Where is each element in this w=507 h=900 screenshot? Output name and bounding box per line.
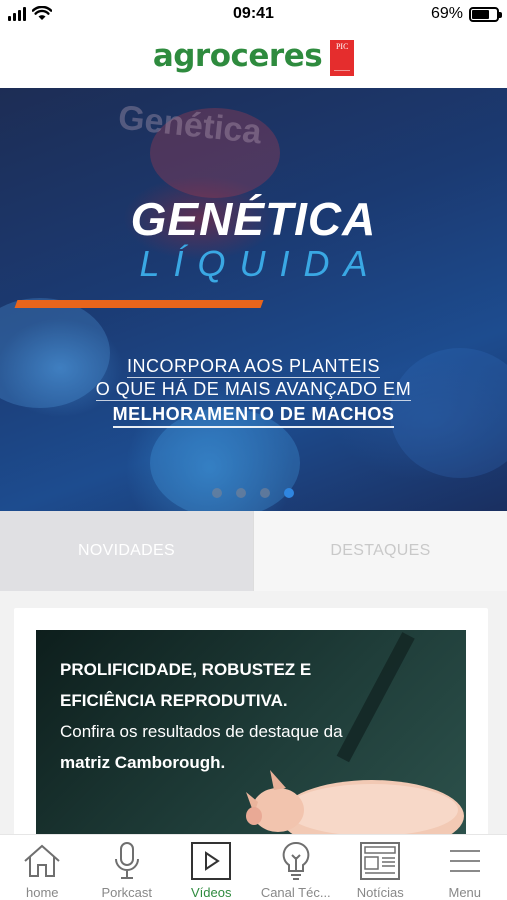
menu-icon [443, 839, 487, 883]
banner-title: GENÉTICA [130, 193, 377, 245]
tab-destaques[interactable]: DESTAQUES [253, 511, 507, 591]
content-tabs: NOVIDADES DESTAQUES [0, 511, 507, 591]
news-card[interactable]: PROLIFICIDADE, ROBUSTEZ E EFICIÊNCIA REP… [14, 608, 488, 848]
banner-subtitle: LÍQUIDA [139, 243, 382, 284]
banner-text-line: MELHORAMENTO DE MACHOS [0, 404, 507, 428]
tab-novidades[interactable]: NOVIDADES [0, 511, 253, 591]
status-right: 69% [430, 5, 502, 23]
carousel-dot[interactable] [260, 488, 270, 498]
pic-logo: PIC [330, 40, 355, 76]
news-card-title-line1: PROLIFICIDADE, ROBUSTEZ E [60, 660, 312, 679]
nav-item-canal-tecnico[interactable]: Canal Téc... [254, 835, 339, 900]
news-card-title-line2: EFICIÊNCIA REPRODUTIVA. [60, 691, 288, 710]
nav-item-videos[interactable]: Vídeos [169, 835, 254, 900]
brand-logo: agroceres [152, 38, 323, 74]
nav-item-home[interactable]: home [0, 835, 85, 900]
news-card-text-line3: Confira os resultados de destaque da [60, 722, 343, 741]
nav-label: Vídeos [191, 885, 232, 900]
lightbulb-icon [274, 839, 318, 883]
news-card-image[interactable]: PROLIFICIDADE, ROBUSTEZ E EFICIÊNCIA REP… [36, 630, 466, 848]
carousel-dot[interactable] [284, 488, 294, 498]
pic-logo-text: PIC [335, 42, 349, 51]
nav-item-noticias[interactable]: Notícias [338, 835, 423, 900]
bottom-navigation: home Porkcast Vídeos Canal Téc... Notíci… [0, 834, 507, 900]
home-icon [20, 839, 64, 883]
banner-accent-stripe [14, 300, 264, 308]
nav-item-porkcast[interactable]: Porkcast [85, 835, 170, 900]
nav-label: Notícias [356, 885, 404, 900]
nav-label: home [25, 885, 59, 900]
carousel-dot[interactable] [236, 488, 246, 498]
battery-icon [469, 6, 502, 22]
battery-percentage: 69% [430, 5, 463, 22]
nav-label: Menu [448, 885, 482, 900]
app-screen: 09:41 69% agroceres PIC Genética GENÉTIC… [0, 0, 507, 900]
battery-level [472, 9, 489, 19]
banner-text: INCORPORA AOS PLANTEIS O QUE HÁ DE MAIS … [0, 356, 507, 428]
carousel-dot[interactable] [212, 488, 222, 498]
status-bar: 09:41 69% [0, 0, 507, 30]
microphone-icon [105, 839, 149, 883]
banner-text-line2: O QUE HÁ DE MAIS AVANÇADO EM [95, 379, 412, 401]
carousel-dots [212, 488, 294, 498]
banner-text-line3: MELHORAMENTO DE MACHOS [112, 404, 395, 428]
nav-item-menu[interactable]: Menu [423, 835, 507, 900]
nav-label: Canal Téc... [260, 885, 331, 900]
banner-text-line: O QUE HÁ DE MAIS AVANÇADO EM [0, 379, 507, 401]
app-header: agroceres PIC [0, 30, 507, 88]
banner-carousel[interactable]: Genética GENÉTICA LÍQUIDA INCORPORA AOS … [0, 88, 507, 511]
newspaper-icon [358, 839, 402, 883]
banner-text-line: INCORPORA AOS PLANTEIS [0, 356, 507, 378]
banner-text-line1: INCORPORA AOS PLANTEIS [126, 356, 381, 378]
nav-label: Porkcast [101, 885, 153, 900]
banner-background-word: Genética [116, 98, 264, 152]
play-icon [189, 839, 233, 883]
